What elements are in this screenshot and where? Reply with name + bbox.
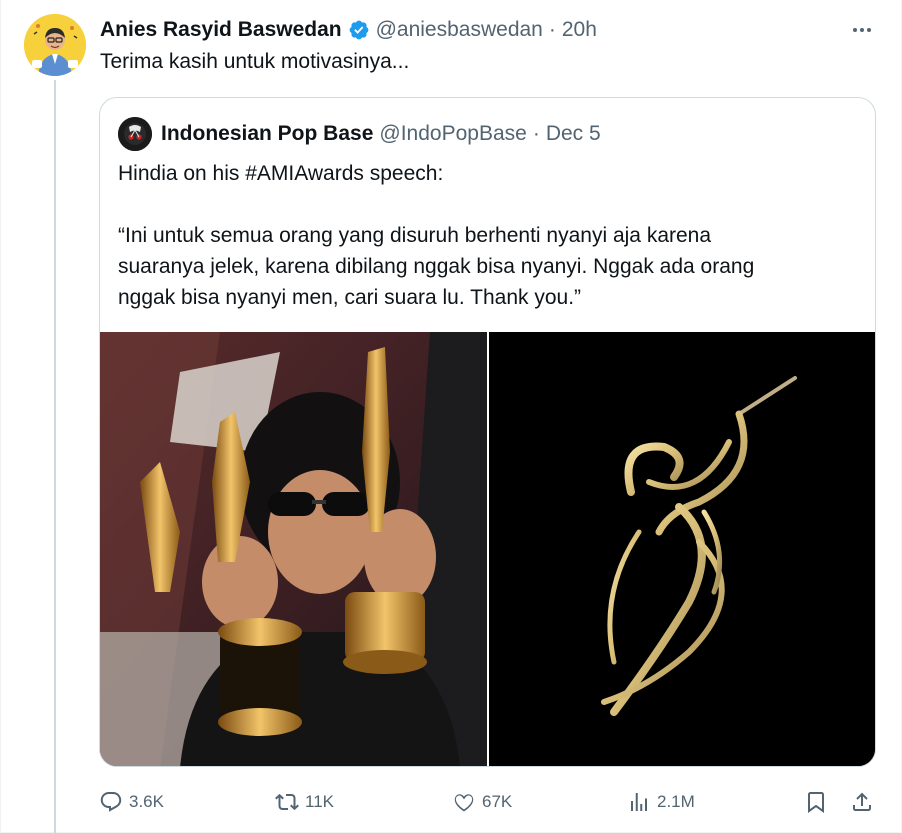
author-handle[interactable]: @aniesbaswedan <box>376 18 543 42</box>
views-count: 2.1M <box>657 792 695 811</box>
tweet-time[interactable]: 20h <box>562 18 597 42</box>
like-count: 67K <box>482 792 513 811</box>
share-button[interactable] <box>850 786 880 818</box>
photo-singer-with-trophies[interactable] <box>100 332 487 766</box>
quote-line: suaranya jelek, karena dibilang nggak bi… <box>118 255 755 278</box>
tweet-text: Terima kasih untuk motivasinya... <box>100 50 410 73</box>
quote-header: Indonesian Pop Base @IndoPopBase · Dec 5 <box>118 117 601 151</box>
person-avatar-icon <box>24 14 86 76</box>
reply-count: 3.6K <box>129 792 164 811</box>
quote-media <box>100 332 875 766</box>
photo-ami-awards-logo[interactable] <box>489 332 875 766</box>
quote-line: nggak bisa nyanyi men, cari suara lu. Th… <box>118 286 582 309</box>
heart-icon <box>454 794 474 812</box>
quote-author-avatar <box>118 117 152 151</box>
bookmark-icon <box>808 792 824 813</box>
reply-button[interactable]: 3.6K <box>99 786 164 818</box>
bookmark-button[interactable] <box>804 786 834 818</box>
like-button[interactable]: 67K <box>452 786 512 818</box>
views-button[interactable]: 2.1M <box>627 786 695 818</box>
author-avatar[interactable] <box>24 14 86 76</box>
dot-separator: · <box>548 18 556 41</box>
frame-left-border <box>0 0 1 833</box>
quote-author-name[interactable]: Indonesian Pop Base <box>161 122 373 146</box>
author-name[interactable]: Anies Rasyid Baswedan <box>100 18 342 42</box>
quote-line: Hindia on his #AMIAwards speech: <box>118 162 444 185</box>
reply-icon <box>100 792 122 812</box>
quoted-tweet-card[interactable]: Indonesian Pop Base @IndoPopBase · Dec 5… <box>99 97 876 767</box>
views-chart-icon <box>631 793 647 811</box>
tweet-actions: 3.6K 11K 67K 2.1M <box>99 786 884 818</box>
quote-text: Hindia on his #AMIAwards speech: “Ini un… <box>118 158 858 313</box>
quote-dot-separator: · <box>532 122 540 145</box>
share-icon <box>853 792 871 811</box>
retweet-count: 11K <box>305 792 334 811</box>
verified-badge-icon <box>348 19 370 41</box>
quote-author-handle[interactable]: @IndoPopBase <box>379 122 526 146</box>
retweet-icon <box>275 793 299 811</box>
quote-date[interactable]: Dec 5 <box>546 122 601 146</box>
tweet-header: Anies Rasyid Baswedan @aniesbaswedan · 2… <box>100 17 597 43</box>
thread-line <box>54 80 56 833</box>
retweet-button[interactable]: 11K <box>275 786 334 818</box>
quote-line: “Ini untuk semua orang yang disuruh berh… <box>118 224 712 247</box>
more-dots-icon[interactable] <box>848 16 876 44</box>
